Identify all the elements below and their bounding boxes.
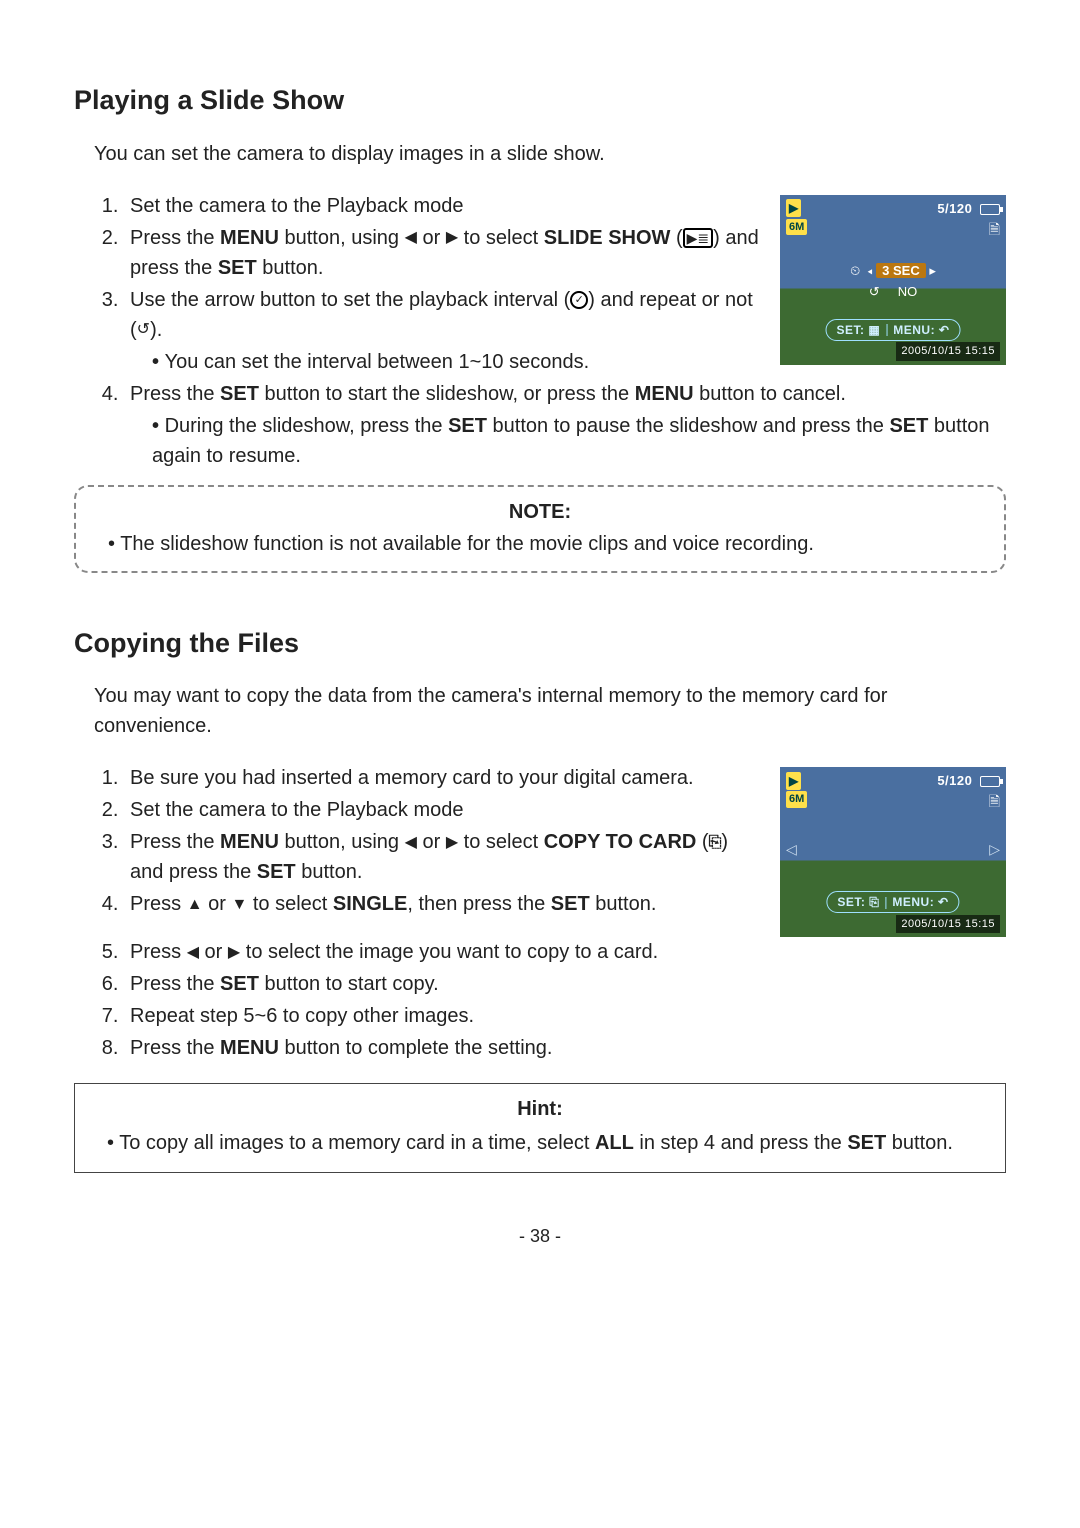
nav-left-icon: ◁ xyxy=(786,839,797,860)
section-slideshow: Playing a Slide Show You can set the cam… xyxy=(74,80,1006,573)
hint-item: To copy all images to a memory card in a… xyxy=(107,1128,983,1158)
section-copy: Copying the Files You may want to copy t… xyxy=(74,623,1006,1174)
heading-slideshow: Playing a Slide Show xyxy=(74,80,1006,121)
heading-copy: Copying the Files xyxy=(74,623,1006,664)
interval-value: 3 SEC xyxy=(876,263,926,278)
set-pill-icon: ▦ xyxy=(868,323,880,337)
note-list: The slideshow function is not available … xyxy=(98,529,982,559)
steps-slideshow: Set the camera to the Playback mode Pres… xyxy=(86,191,760,377)
lcd-hint-pill: SET: ▦MENU: ↶ xyxy=(826,319,961,341)
note-box: NOTE: The slideshow function is not avai… xyxy=(74,485,1006,573)
repeat-icon: ↺ xyxy=(869,284,880,299)
intro-copy: You may want to copy the data from the c… xyxy=(94,681,1006,741)
protect-icon: 🗎 xyxy=(989,219,1000,240)
left-arrow-icon: ◀ xyxy=(405,835,417,851)
step-4-sub: During the slideshow, press the SET butt… xyxy=(130,411,1006,471)
left-arrow-icon: ◀ xyxy=(187,945,199,961)
page-number: - 38 - xyxy=(74,1223,1006,1250)
copy-step-2: Set the camera to the Playback mode xyxy=(124,795,760,825)
lcd-timestamp: 2005/10/15 15:15 xyxy=(896,915,1000,934)
step-1: Set the camera to the Playback mode xyxy=(124,191,760,221)
copy-step-7: Repeat step 5~6 to copy other images. xyxy=(124,1001,1006,1031)
step-2: Press the MENU button, using ◀ or ▶ to s… xyxy=(124,223,760,283)
left-caret-icon: ◂ xyxy=(867,263,872,278)
slideshow-icon: ▶≣ xyxy=(683,228,714,248)
interval-clock-icon: ✓ xyxy=(570,291,588,309)
nav-right-icon: ▷ xyxy=(989,839,1000,860)
steps-slideshow-cont: Press the SET button to start the slides… xyxy=(86,379,1006,471)
copy-step-1: Be sure you had inserted a memory card t… xyxy=(124,763,760,793)
copy-step-5: Press ◀ or ▶ to select the image you wan… xyxy=(124,937,1006,967)
row-steps-and-lcd-1: Set the camera to the Playback mode Pres… xyxy=(74,191,1006,379)
right-arrow-icon: ▶ xyxy=(446,230,458,246)
hint-list: To copy all images to a memory card in a… xyxy=(97,1128,983,1158)
playback-mode-icon: ▶ xyxy=(786,772,801,790)
menu-back-icon: ↶ xyxy=(939,323,950,337)
down-arrow-icon: ▼ xyxy=(231,897,247,913)
resolution-badge: 6M xyxy=(786,219,807,236)
battery-icon xyxy=(980,776,1000,787)
lcd-hint-pill: SET: ⎘MENU: ↶ xyxy=(826,891,959,913)
copy-step-8: Press the MENU button to complete the se… xyxy=(124,1033,1006,1063)
resolution-badge: 6M xyxy=(786,791,807,808)
hint-title: Hint: xyxy=(97,1094,983,1124)
hint-box: Hint: To copy all images to a memory car… xyxy=(74,1083,1006,1173)
menu-back-icon: ↶ xyxy=(938,895,949,909)
copy-step-6: Press the SET button to start copy. xyxy=(124,969,1006,999)
up-arrow-icon: ▲ xyxy=(187,897,203,913)
copy-step-4: Press ▲ or ▼ to select SINGLE, then pres… xyxy=(124,889,760,919)
copy-step-3: Press the MENU button, using ◀ or ▶ to s… xyxy=(124,827,760,887)
playback-mode-icon: ▶ xyxy=(786,199,801,217)
repeat-icon: ↺ xyxy=(137,322,150,338)
step-3-sub: You can set the interval between 1~10 se… xyxy=(130,347,760,377)
copy-to-card-icon: ⎘ xyxy=(709,835,722,851)
battery-icon xyxy=(980,204,1000,215)
right-arrow-icon: ▶ xyxy=(228,945,240,961)
lcd-screenshot-slideshow: ▶ 5/120 6M 🗎 ⏲ ◂ 3 SEC ▸ ↺ NO SET: ▦MENU… xyxy=(780,195,1006,365)
right-arrow-icon: ▶ xyxy=(446,835,458,851)
protect-icon: 🗎 xyxy=(989,791,1000,812)
lcd-timestamp: 2005/10/15 15:15 xyxy=(896,342,1000,361)
note-title: NOTE: xyxy=(98,497,982,527)
intro-slideshow: You can set the camera to display images… xyxy=(94,139,1006,169)
slideshow-settings-overlay: ⏲ ◂ 3 SEC ▸ ↺ NO xyxy=(780,259,1006,304)
image-counter: 5/120 xyxy=(937,201,972,216)
repeat-value: NO xyxy=(898,284,918,299)
steps-copy: Be sure you had inserted a memory card t… xyxy=(86,763,760,919)
set-copy-icon: ⎘ xyxy=(869,895,879,909)
steps-copy-cont: Press ◀ or ▶ to select the image you wan… xyxy=(86,937,1006,1063)
lcd-screenshot-copy: ▶ 5/120 6M 🗎 ◁ ▷ SET: ⎘MENU: ↶ 2005/10/1… xyxy=(780,767,1006,937)
row-steps-and-lcd-2: Be sure you had inserted a memory card t… xyxy=(74,763,1006,937)
step-4: Press the SET button to start the slides… xyxy=(124,379,1006,471)
note-item: The slideshow function is not available … xyxy=(108,529,982,559)
clock-icon: ⏲ xyxy=(850,263,860,278)
image-counter: 5/120 xyxy=(937,773,972,788)
step-3: Use the arrow button to set the playback… xyxy=(124,285,760,377)
left-arrow-icon: ◀ xyxy=(405,230,417,246)
right-caret-icon: ▸ xyxy=(929,263,936,278)
